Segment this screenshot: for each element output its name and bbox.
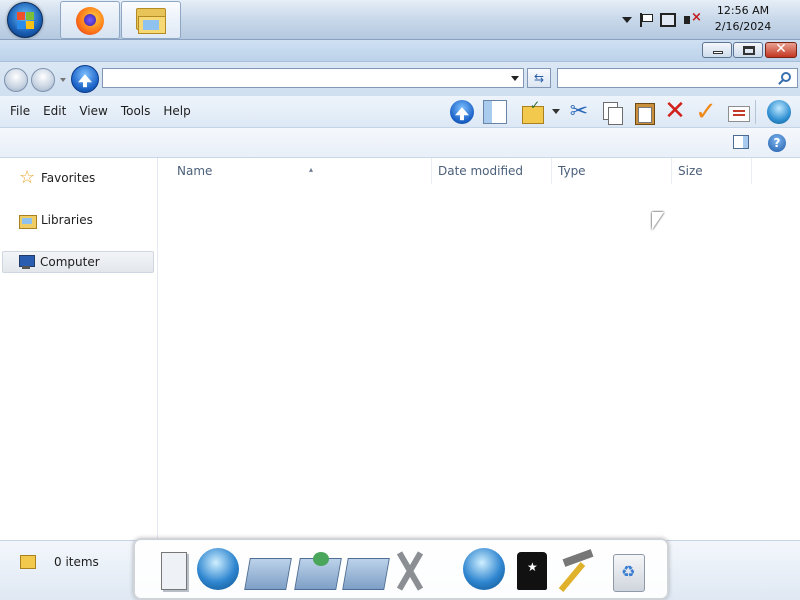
sidebar-item-libraries[interactable]: Libraries	[4, 209, 156, 231]
column-header-label: Name	[177, 164, 213, 178]
start-button[interactable]	[7, 2, 43, 38]
folder-green-icon[interactable]	[295, 548, 337, 594]
taskbar-explorer-button[interactable]	[121, 1, 181, 39]
column-header-date-modified[interactable]: Date modified	[432, 158, 552, 184]
menu-tools[interactable]: Tools	[115, 104, 157, 118]
maximize-icon	[743, 46, 755, 55]
minimize-icon	[713, 51, 723, 54]
cut-icon[interactable]: ✂	[567, 100, 591, 124]
back-button[interactable]	[4, 68, 28, 92]
column-header-label: Type	[558, 164, 586, 178]
volume-muted-icon[interactable]	[684, 10, 702, 27]
up-button[interactable]	[71, 65, 99, 93]
dock	[133, 538, 669, 600]
view-bar: ?	[0, 128, 800, 158]
taskbar-firefox-button[interactable]	[60, 1, 120, 39]
address-dropdown-icon[interactable]	[511, 76, 519, 81]
firefox-icon	[76, 7, 104, 35]
sidebar-item-computer[interactable]: Computer	[2, 251, 154, 273]
globe-icon[interactable]	[463, 548, 505, 590]
network-icon[interactable]	[660, 13, 676, 27]
refresh-button[interactable]: ⇆	[527, 68, 551, 88]
libraries-icon	[19, 212, 37, 229]
refresh-icon: ⇆	[533, 71, 545, 85]
tshirt-icon[interactable]	[511, 548, 553, 594]
checkmark-icon[interactable]: ✓	[694, 99, 718, 125]
column-header-size[interactable]: Size	[672, 158, 752, 184]
mouse-pointer-icon	[652, 212, 664, 230]
internet-icon[interactable]	[767, 100, 791, 124]
menu-help[interactable]: Help	[157, 104, 196, 118]
show-hidden-icons-icon[interactable]	[622, 17, 632, 23]
recent-pages-chevron-down-icon[interactable]	[60, 78, 66, 82]
clock-date: 2/16/2024	[714, 20, 772, 33]
search-icon[interactable]	[781, 72, 791, 82]
toolbar-separator	[755, 100, 756, 124]
sidebar-item-label: Libraries	[41, 213, 93, 227]
navigation-pane: ☆ Favorites Libraries Computer	[0, 158, 158, 540]
sort-ascending-icon: ▴	[309, 165, 314, 174]
taskbar: 12:56 AM 2/16/2024	[0, 0, 800, 40]
help-icon[interactable]: ?	[768, 134, 786, 152]
search-input[interactable]	[557, 68, 798, 88]
up-icon[interactable]	[450, 100, 474, 124]
sidebar-item-label: Computer	[40, 255, 100, 269]
column-header-name[interactable]: ▴ Name	[171, 158, 432, 184]
address-bar[interactable]	[102, 68, 524, 88]
maximize-button[interactable]	[733, 42, 763, 58]
preview-pane-icon[interactable]	[483, 100, 507, 124]
folder-icon[interactable]	[245, 548, 287, 594]
star-icon: ☆	[19, 167, 36, 188]
column-header-type[interactable]: Type	[552, 158, 672, 184]
close-button[interactable]: ✕	[765, 41, 797, 58]
computer-icon	[18, 254, 35, 270]
sidebar-item-favorites[interactable]: ☆ Favorites	[4, 167, 156, 189]
system-tray	[622, 8, 702, 32]
menu-view[interactable]: View	[73, 104, 113, 118]
clock-time: 12:56 AM	[716, 4, 770, 17]
tools-icon[interactable]	[389, 548, 431, 594]
folder-icon[interactable]	[343, 548, 385, 594]
network-globe-icon[interactable]	[197, 548, 239, 590]
sidebar-item-label: Favorites	[41, 171, 96, 185]
file-list[interactable]: ▴ Name Date modified Type Size	[159, 158, 800, 540]
forward-button[interactable]	[31, 68, 55, 92]
folder-options-chevron-down-icon[interactable]	[552, 109, 560, 114]
menu: File Edit View Tools Help	[4, 104, 198, 118]
close-icon: ✕	[775, 41, 787, 57]
recycle-bin-icon[interactable]	[607, 548, 649, 594]
windows-logo-icon	[17, 12, 35, 30]
explorer-icon	[136, 8, 166, 34]
show-preview-pane-icon[interactable]	[733, 135, 749, 149]
delete-icon[interactable]: ✕	[663, 98, 687, 124]
paste-icon[interactable]	[632, 100, 656, 125]
document-icon[interactable]	[153, 548, 195, 594]
menu-edit[interactable]: Edit	[37, 104, 72, 118]
clock[interactable]: 12:56 AM 2/16/2024	[708, 3, 778, 35]
folder-icon	[20, 555, 36, 569]
minimize-button[interactable]	[702, 42, 732, 58]
hammer-icon[interactable]	[557, 548, 599, 594]
folder-options-icon[interactable]	[520, 98, 544, 124]
copy-icon[interactable]	[600, 100, 624, 125]
status-text: 0 items	[54, 555, 99, 569]
menu-file[interactable]: File	[4, 104, 36, 118]
up-arrow-icon	[78, 74, 92, 88]
window-titlebar[interactable]: ✕	[0, 40, 800, 62]
column-header-label: Date modified	[438, 164, 524, 178]
action-center-flag-icon[interactable]	[640, 13, 653, 27]
properties-icon[interactable]	[726, 100, 750, 124]
column-header-label: Size	[678, 164, 703, 178]
